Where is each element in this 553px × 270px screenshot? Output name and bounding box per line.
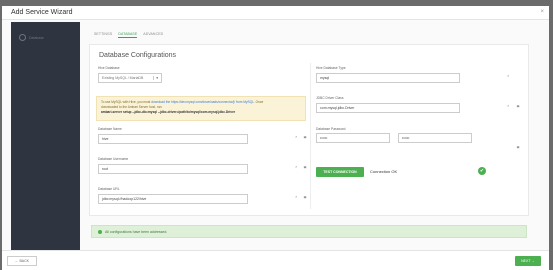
db-username-label: Database Username	[98, 157, 129, 161]
password-confirm-input[interactable]: ••••••	[398, 133, 472, 143]
column-divider	[310, 63, 311, 209]
db-name-label: Database Name	[98, 127, 122, 131]
undo-icon[interactable]: ↺	[506, 104, 510, 108]
db-name-input[interactable]: hive	[98, 134, 248, 144]
lock-icon[interactable]: ▣	[303, 165, 307, 169]
success-alert: All configurations have been addressed.	[91, 225, 527, 238]
setup-command: ambari-server setup --jdbc-db=mysql --jd…	[101, 110, 236, 114]
modal-title: Add Service Wizard	[11, 9, 73, 16]
undo-icon[interactable]: ↺	[506, 74, 510, 78]
mysql-driver-notice: To use MySQL with Hive, you must downloa…	[96, 96, 306, 121]
tab-database[interactable]: DATABASE	[118, 32, 138, 38]
test-connection-button[interactable]: TEST CONNECTION	[316, 167, 364, 177]
lock-icon[interactable]: ▣	[516, 145, 520, 149]
config-tabs: SETTINGS DATABASE ADVANCED	[94, 32, 163, 38]
hive-database-select[interactable]: Existing MySQL / MariaDB ▾	[98, 73, 162, 83]
back-button[interactable]: ← BACK	[7, 256, 37, 266]
wizard-sidebar: Database	[11, 22, 80, 250]
tab-advanced[interactable]: ADVANCED	[143, 32, 163, 38]
modal-header: Add Service Wizard ×	[2, 6, 549, 20]
card-title: Database Configurations	[99, 52, 177, 59]
wizard-footer: ← BACK NEXT →	[2, 250, 549, 270]
password-label: Database Password	[316, 127, 346, 131]
database-config-card: Database Configurations Hive Database Ex…	[89, 44, 529, 216]
close-icon[interactable]: ×	[540, 9, 544, 15]
db-username-input[interactable]: root	[98, 164, 248, 174]
db-type-input: mysql	[316, 73, 460, 83]
notice-text-end: . Once	[253, 100, 264, 104]
jdbc-class-input[interactable]: com.mysql.jdbc.Driver	[316, 103, 460, 113]
lock-icon[interactable]: ▣	[516, 104, 520, 108]
add-service-wizard-modal: Add Service Wizard × Database SETTINGS D…	[2, 6, 549, 270]
db-url-label: Database URL	[98, 187, 120, 191]
tab-settings[interactable]: SETTINGS	[94, 32, 112, 38]
lock-icon[interactable]: ▣	[303, 195, 307, 199]
undo-icon[interactable]: ↺	[294, 135, 298, 139]
undo-icon[interactable]: ↺	[294, 195, 298, 199]
undo-icon[interactable]: ↺	[294, 165, 298, 169]
check-icon: ✔	[478, 167, 486, 175]
password-input[interactable]: ••••••	[316, 133, 390, 143]
check-circle-icon	[98, 229, 102, 234]
driver-download-link[interactable]: download the https://dev.mysql.com/downl…	[151, 100, 254, 104]
sidebar-item-label: Database	[29, 35, 44, 40]
db-type-label: Hive Database Type	[316, 66, 346, 70]
chevron-down-icon: ▾	[153, 76, 158, 80]
hive-database-label: Hive Database	[98, 66, 120, 70]
step-circle-icon	[19, 34, 26, 41]
connection-status: Connection OK	[370, 169, 398, 174]
hive-database-value: Existing MySQL / MariaDB	[102, 76, 144, 80]
jdbc-class-label: JDBC Driver Class	[316, 96, 344, 100]
next-button[interactable]: NEXT →	[515, 256, 541, 266]
db-url-input[interactable]: jdbc:mysql://hadoop122/hive	[98, 194, 248, 204]
lock-icon[interactable]: ▣	[303, 135, 307, 139]
sidebar-item-database[interactable]: Database	[19, 34, 44, 41]
success-message: All configurations have been addressed.	[105, 229, 168, 234]
notice-text: To use MySQL with Hive, you must	[101, 100, 152, 104]
